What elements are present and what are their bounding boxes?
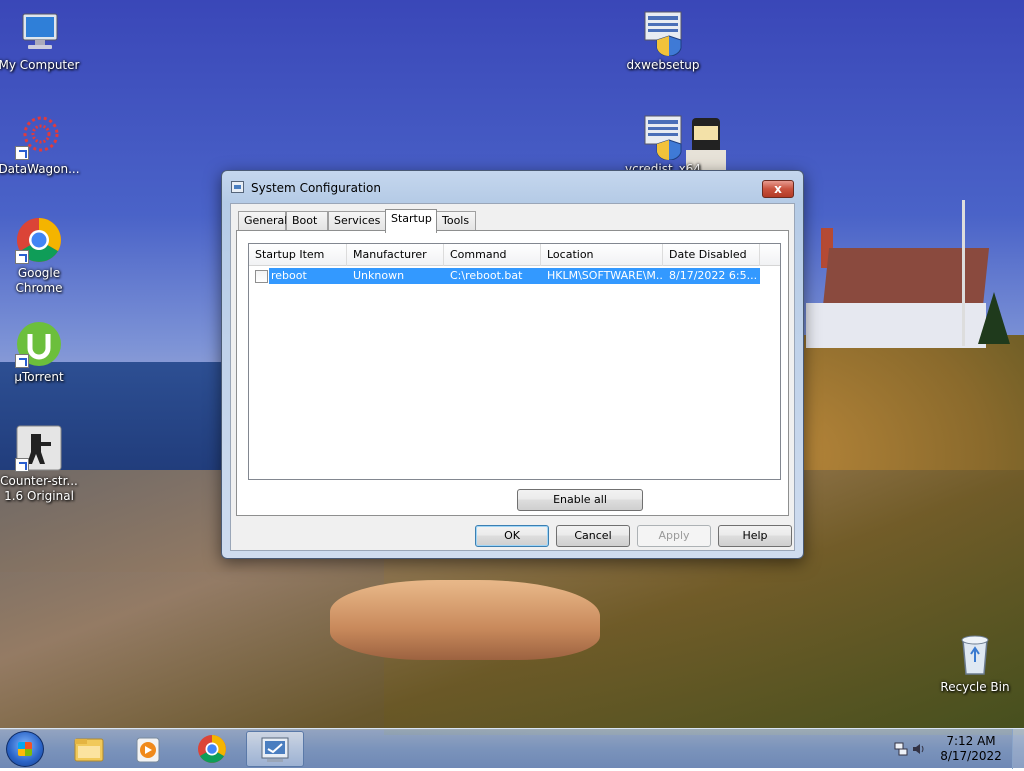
startup-item-checkbox[interactable] [255,270,268,283]
tab-general[interactable]: General [238,211,287,231]
desktop-icon-label: DataWagon... [0,162,80,176]
installer-icon [639,112,687,161]
desktop-icon-google-chrome[interactable]: Google Chrome [0,216,80,296]
shortcut-arrow-icon [15,458,29,472]
windows-explorer-icon [74,738,104,762]
column-header-command[interactable]: Command [444,244,541,266]
show-desktop-button[interactable] [1012,729,1024,769]
ok-button[interactable]: OK [475,525,549,547]
computer-icon [15,8,63,56]
desktop-icon-label: My Computer [0,58,80,72]
counter-strike-icon [15,424,63,472]
start-button[interactable] [6,731,44,767]
tab-tools[interactable]: Tools [436,211,476,231]
clock-date: 8/17/2022 [940,749,1002,763]
taskbar: 7:12 AM 8/17/2022 [0,728,1024,769]
utorrent-icon [15,320,63,368]
apply-button[interactable]: Apply [637,525,711,547]
wallpaper-rock [330,580,600,660]
taskbar-clock[interactable]: 7:12 AM 8/17/2022 [936,734,1006,764]
taskbar-windows-explorer[interactable] [60,731,118,767]
close-button[interactable]: x [762,180,794,198]
cell-manufacturer: Unknown [353,269,405,282]
desktop-icon-label: Counter-str... 1.6 Original [0,474,78,503]
network-icon[interactable] [894,742,908,756]
taskbar-media-player[interactable] [120,731,178,767]
tab-boot[interactable]: Boot [286,211,328,231]
chrome-icon [198,735,226,763]
msconfig-icon [231,181,244,193]
wallpaper-tree [978,292,1010,344]
list-header: Startup Item Manufacturer Command Locati… [249,244,780,266]
wallpaper-house [806,228,990,348]
recycle-bin-icon [951,630,999,678]
desktop-icon-label: µTorrent [14,370,64,384]
datawagon-icon [15,112,63,160]
cell-command: C:\reboot.bat [450,269,523,282]
desktop-icon-datawagon[interactable]: DataWagon... [0,112,80,177]
cell-date-disabled: 8/17/2022 6:5... [669,269,758,282]
system-configuration-window: System Configuration x General Boot Serv… [221,170,804,559]
desktop-icon-my-computer[interactable]: My Computer [0,8,80,73]
chrome-icon [15,216,63,264]
tab-services[interactable]: Services [328,211,386,231]
table-row[interactable]: reboot Unknown C:\reboot.bat HKLM\SOFTWA… [249,268,760,284]
clock-time: 7:12 AM [946,734,996,748]
cell-startup-item: reboot [271,269,307,282]
desktop-icon-dxwebsetup[interactable]: dxwebsetup [622,8,704,73]
column-header-date-disabled[interactable]: Date Disabled [663,244,760,266]
desktop-icon-vcredist[interactable]: vcredist_x64 [622,112,704,172]
volume-icon[interactable] [912,742,926,756]
taskbar-system-configuration[interactable] [246,731,304,767]
startup-items-list[interactable]: Startup Item Manufacturer Command Locati… [248,243,781,480]
desktop-icon-recycle-bin[interactable]: Recycle Bin [934,630,1016,695]
shortcut-arrow-icon [15,354,29,368]
system-configuration-icon [261,737,289,762]
installer-icon [639,8,687,57]
shortcut-arrow-icon [15,146,29,160]
cancel-button[interactable]: Cancel [556,525,630,547]
desktop-icon-utorrent[interactable]: µTorrent [0,320,80,385]
help-button[interactable]: Help [718,525,792,547]
desktop-icon-label: Google Chrome [15,266,63,295]
desktop-icon-label: dxwebsetup [626,58,700,72]
startup-tab-panel: Startup Item Manufacturer Command Locati… [236,230,789,516]
dialog-client-area: General Boot Services Startup Tools Star… [230,203,795,551]
taskbar-chrome[interactable] [183,731,241,767]
cell-location: HKLM\SOFTWARE\M... [547,269,662,282]
shortcut-arrow-icon [15,250,29,264]
enable-all-button[interactable]: Enable all [517,489,643,511]
column-header-startup-item[interactable]: Startup Item [249,244,347,266]
wallpaper-flagpole [962,200,965,346]
window-titlebar[interactable]: System Configuration x [222,171,803,203]
desktop-icon-label: Recycle Bin [940,680,1010,694]
media-player-icon [136,737,160,763]
desktop-icon-counter-strike[interactable]: Counter-str... 1.6 Original [0,424,80,504]
system-tray: 7:12 AM 8/17/2022 [884,729,1024,769]
column-header-location[interactable]: Location [541,244,663,266]
column-header-manufacturer[interactable]: Manufacturer [347,244,444,266]
tab-startup[interactable]: Startup [385,209,437,233]
column-header-filler [760,244,780,266]
window-title: System Configuration [251,181,381,195]
